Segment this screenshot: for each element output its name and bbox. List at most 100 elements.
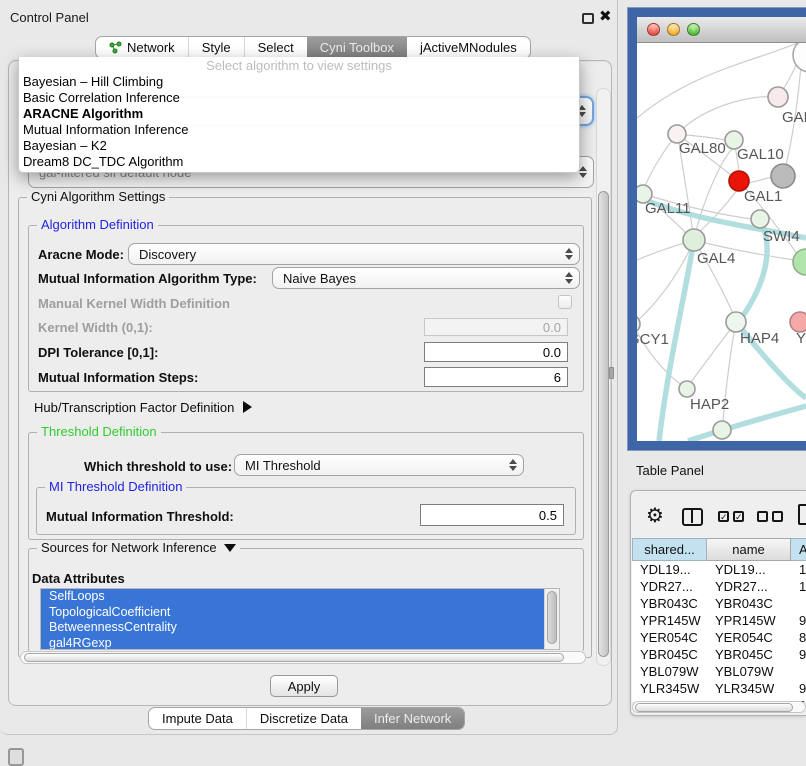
column-header-shared-name[interactable]: shared... [632,538,707,561]
gear-icon[interactable]: ⚙ [646,503,664,527]
network-node[interactable] [713,421,731,439]
network-node-y[interactable] [790,312,806,332]
data-attribute-item[interactable]: gal4RGexp [41,636,545,651]
table-cell[interactable]: 12 [791,578,806,595]
dpi-tolerance-field[interactable]: 0.0 [424,342,568,362]
network-edge[interactable] [677,97,778,134]
table-cell[interactable]: YPR145W [632,612,707,629]
tab-discretize-data[interactable]: Discretize Data [246,708,361,729]
algorithm-option[interactable]: Bayesian – Hill Climbing [19,74,579,90]
table-cell[interactable]: 8. [791,629,806,646]
table-cell[interactable]: YER054C [707,629,791,646]
table-cell[interactable]: 9. [791,612,806,629]
algorithm-option[interactable]: Basic Correlation Inference [19,90,579,106]
network-edge[interactable] [748,177,772,183]
hub-definition-section[interactable]: Hub/Transcription Factor Definition [34,400,252,415]
network-edge[interactable] [691,322,736,382]
table-cell[interactable] [791,595,806,612]
manual-kernel-width-checkbox[interactable] [558,295,572,309]
tab-jactivemnodules[interactable]: jActiveMNodules [407,37,530,58]
tab-select[interactable]: Select [244,37,307,58]
zoom-window-icon[interactable] [687,23,700,36]
table-row[interactable]: YBR043CYBR043C [632,595,806,612]
table-cell[interactable]: YBL079W [707,663,791,680]
table-cell[interactable]: YBL079W [632,663,707,680]
table-cell[interactable]: YDL19... [707,561,791,578]
scrollbar-thumb[interactable] [547,591,557,644]
network-node-gal4[interactable] [683,229,705,251]
apply-button[interactable]: Apply [270,675,338,697]
table-row[interactable]: YBR045CYBR045C9. [632,646,806,663]
table-row[interactable]: YER054CYER054C8. [632,629,806,646]
data-attribute-item[interactable]: SelfLoops [41,589,545,605]
table-cell[interactable]: YDL19... [632,561,707,578]
algorithm-option[interactable]: Bayesian – K2 [19,138,579,154]
table-row[interactable]: YLR345WYLR345W9. [632,680,806,697]
table-cell[interactable]: YBR043C [707,595,791,612]
panel-divider-grip[interactable] [609,367,614,379]
table-row[interactable]: YDL19...YDL19...13 [632,561,806,578]
document-icon[interactable] [798,504,806,525]
table-cell[interactable]: 13 [791,561,806,578]
table-horizontal-scrollbar[interactable] [632,701,806,713]
network-window-titlebar[interactable] [637,17,806,43]
float-window-icon[interactable] [582,13,594,24]
tab-impute-data[interactable]: Impute Data [149,708,246,729]
table-cell[interactable]: YPR145W [707,612,791,629]
split-columns-icon[interactable] [682,508,703,526]
aracne-mode-combo[interactable]: Discovery [128,243,580,265]
table-cell[interactable]: YLR345W [707,680,791,697]
which-threshold-combo[interactable]: MI Threshold [234,454,524,476]
network-edge[interactable] [679,143,694,240]
sources-group-title[interactable]: Sources for Network Inference [37,540,240,555]
algorithm-option[interactable]: Dream8 DC_TDC Algorithm [19,154,579,170]
table-cell[interactable]: YDR27... [707,578,791,595]
tab-network[interactable]: Network [96,37,188,58]
table-cell[interactable]: YLR345W [632,680,707,697]
settings-horizontal-scrollbar[interactable] [20,651,586,664]
column-header-name[interactable]: name [707,538,791,561]
network-node-gal[interactable] [768,87,788,107]
mi-algorithm-type-combo[interactable]: Naive Bayes [272,267,580,289]
dock-panel-icon[interactable] [8,748,24,766]
table-row[interactable]: YPR145WYPR145W9. [632,612,806,629]
kernel-width-field[interactable]: 0.0 [424,318,568,336]
network-node-hap2[interactable] [679,381,695,397]
table-cell[interactable]: YER054C [632,629,707,646]
table-cell[interactable]: YDR27... [632,578,707,595]
mi-steps-field[interactable]: 6 [424,367,568,387]
table-row[interactable]: YDR27...YDR27...12 [632,578,806,595]
network-edge[interactable] [637,243,684,260]
deselect-all-columns-icon[interactable] [757,511,783,522]
scrollbar-thumb[interactable] [635,703,793,712]
table-cell[interactable]: YBR043C [632,595,707,612]
network-graph[interactable]: GALGAL80GAL10GAL1GAL11SWI4GAL4GCY1HAP4YH… [637,43,806,441]
table-cell[interactable]: YBR045C [707,646,791,663]
network-node-hap4[interactable] [726,312,746,332]
algorithm-option[interactable]: ARACNE Algorithm [19,106,579,122]
data-attribute-item[interactable]: BetweennessCentrality [41,620,545,636]
table-cell[interactable]: 9. [791,680,806,697]
list-vertical-scrollbar[interactable] [544,589,559,649]
table-cell[interactable] [791,663,806,680]
tab-style[interactable]: Style [188,37,244,58]
scrollbar-thumb[interactable] [24,653,564,662]
minimize-window-icon[interactable] [667,23,680,36]
network-canvas[interactable]: GALGAL80GAL10GAL1GAL11SWI4GAL4GCY1HAP4YH… [637,43,806,441]
table-cell[interactable]: YBR045C [632,646,707,663]
select-all-columns-icon[interactable]: ✓✓ [718,511,744,522]
algorithm-option[interactable]: Mutual Information Inference [19,122,579,138]
network-node[interactable] [771,164,795,188]
table-cell[interactable]: 9. [791,646,806,663]
data-attributes-list[interactable]: SelfLoopsTopologicalCoefficientBetweenne… [40,588,560,650]
close-window-icon[interactable] [647,23,660,36]
data-attribute-item[interactable]: TopologicalCoefficient [41,605,545,621]
network-edge[interactable] [694,149,732,240]
tab-infer-network[interactable]: Infer Network [361,708,464,729]
close-icon[interactable]: ✖ [599,7,612,25]
network-node[interactable] [793,249,806,275]
table-row[interactable]: YBL079WYBL079W [632,663,806,680]
column-header-partial[interactable]: A [791,538,806,561]
tab-cyni-toolbox[interactable]: Cyni Toolbox [307,37,407,58]
mi-threshold-field[interactable]: 0.5 [420,504,564,526]
